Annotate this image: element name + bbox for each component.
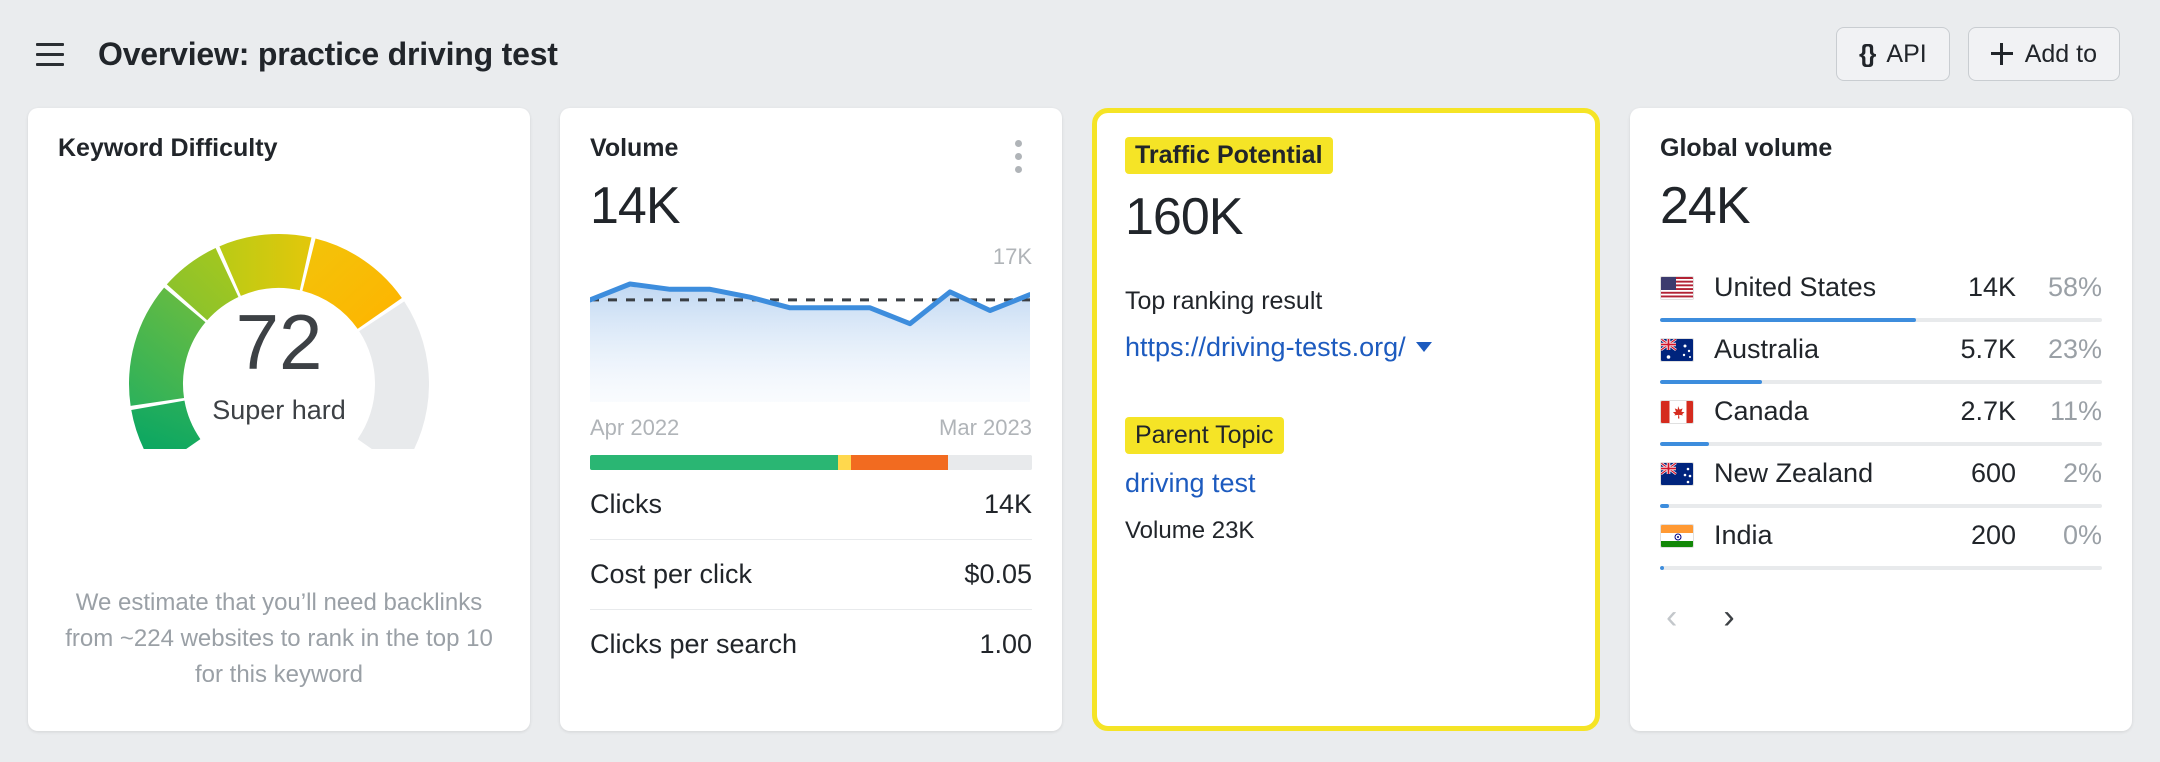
keyword-difficulty-note: We estimate that you’ll need backlinks f… — [65, 589, 493, 688]
volume-metric-label: Clicks — [590, 488, 662, 519]
volume-metric-label: Clicks per search — [590, 629, 798, 660]
volume-axis-labels: Apr 2022 Mar 2023 — [590, 415, 1032, 441]
kebab-dot — [1014, 165, 1022, 173]
country-row[interactable]: Australia 5.7K 23% — [1660, 322, 2102, 384]
country-line: New Zealand 600 2% — [1660, 448, 2102, 500]
country-volume: 5.7K — [1960, 334, 2016, 365]
global-volume-title: Global volume — [1660, 134, 1833, 162]
country-volume: 14K — [1967, 272, 2016, 303]
volume-metric-label: Cost per click — [590, 558, 753, 589]
volume-distribution-bar — [590, 454, 1032, 470]
add-to-button-label: Add to — [2024, 39, 2097, 68]
hamburger-bar — [36, 52, 64, 56]
volume-metric-value: 14K — [983, 488, 1032, 519]
volume-axis-end: Mar 2023 — [939, 414, 1032, 440]
keyword-difficulty-card: Keyword Difficulty 72 Super hard We esti… — [28, 108, 530, 731]
kebab-dot — [1014, 139, 1022, 147]
metrics-card-grid: Keyword Difficulty 72 Super hard We esti… — [0, 108, 2160, 731]
top-ranking-result-label: Top ranking result — [1125, 286, 1323, 315]
traffic-potential-card: Traffic Potential 160K Top ranking resul… — [1092, 108, 1600, 731]
add-to-button[interactable]: Add to — [1967, 27, 2120, 81]
country-share-fill — [1660, 565, 1664, 570]
volume-value: 14K — [590, 177, 681, 235]
next-page-icon[interactable]: › — [1723, 600, 1734, 634]
country-line: Canada 2.7K 11% — [1660, 386, 2102, 438]
country-share-bar — [1660, 565, 2102, 570]
country-percent: 23% — [2047, 334, 2102, 365]
country-pagination: ‹ › — [1660, 600, 2102, 634]
country-row[interactable]: Canada 2.7K 11% — [1660, 384, 2102, 446]
hamburger-icon[interactable] — [28, 32, 72, 76]
country-name: New Zealand — [1714, 458, 1874, 489]
plus-icon — [1990, 43, 2013, 65]
country-row[interactable]: India 200 0% — [1660, 508, 2102, 570]
traffic-potential-value: 160K — [1125, 188, 1243, 246]
keyword-difficulty-title: Keyword Difficulty — [58, 134, 278, 162]
volume-trend-svg — [587, 281, 1033, 402]
traffic-potential-tag: Traffic Potential — [1125, 137, 1333, 174]
global-volume-card: Global volume 24K United States 14K 58% Aus… — [1630, 108, 2132, 731]
distribution-segment-paid-clicks — [837, 454, 851, 470]
volume-metric-row: Cost per click $0.05 — [590, 540, 1032, 610]
flag-in-icon — [1660, 523, 1694, 548]
country-line: India 200 0% — [1660, 510, 2102, 562]
volume-metric-value: $0.05 — [964, 558, 1032, 589]
country-name: Australia — [1714, 334, 1820, 365]
flag-nz-icon — [1660, 461, 1694, 486]
country-percent: 58% — [2047, 272, 2102, 303]
flag-ca-icon — [1660, 399, 1694, 424]
parent-topic-section: Parent Topic driving test Volume 23K — [1125, 416, 1567, 545]
country-name: India — [1714, 520, 1773, 551]
country-name: Canada — [1714, 396, 1809, 427]
parent-topic-link[interactable]: driving test — [1125, 468, 1567, 499]
hamburger-bar — [36, 62, 64, 66]
country-row[interactable]: New Zealand 600 2% — [1660, 446, 2102, 508]
volume-chart-max-label: 17K — [992, 243, 1032, 269]
keyword-difficulty-gauge: 72 Super hard — [58, 199, 500, 449]
volume-title: Volume — [590, 134, 679, 162]
hamburger-bar — [36, 42, 64, 46]
distribution-segment-remaining — [948, 454, 1032, 470]
api-button[interactable]: {} API — [1835, 27, 1950, 81]
country-line: United States 14K 58% — [1660, 262, 2102, 314]
volume-metrics-list: Clicks 14K Cost per click $0.05 Clicks per s… — [590, 470, 1032, 680]
app-header: Overview: practice driving test {} API A… — [0, 0, 2160, 108]
kebab-menu-icon[interactable] — [1004, 138, 1032, 174]
volume-metric-row: Clicks per search 1.00 — [590, 610, 1032, 680]
parent-topic-tag: Parent Topic — [1125, 416, 1284, 454]
volume-axis-start: Apr 2022 — [590, 414, 680, 440]
distribution-segment-organic-clicks — [590, 454, 838, 470]
country-percent: 2% — [2062, 458, 2102, 489]
page-title: Overview: practice driving test — [98, 35, 558, 72]
volume-metric-row: Clicks 14K — [590, 470, 1032, 540]
parent-topic-volume: Volume 23K — [1125, 516, 1255, 544]
volume-metric-value: 1.00 — [979, 629, 1032, 660]
api-button-label: API — [1886, 39, 1927, 68]
top-ranking-result-link[interactable]: https://driving-tests.org/ — [1125, 332, 1567, 363]
flag-us-icon — [1660, 275, 1694, 300]
braces-icon: {} — [1858, 39, 1877, 68]
global-volume-value: 24K — [1660, 177, 1751, 235]
top-ranking-result-url: https://driving-tests.org/ — [1125, 331, 1406, 362]
kebab-dot — [1014, 152, 1022, 160]
country-name: United States — [1714, 272, 1877, 303]
distribution-segment-no-clicks — [850, 454, 948, 470]
country-line: Australia 5.7K 23% — [1660, 324, 2102, 376]
volume-trend-chart[interactable] — [587, 272, 1033, 407]
volume-card: Volume 14K 17K Apr 2022 Mar 2023 Clicks 1… — [560, 108, 1062, 731]
country-breakdown-list: United States 14K 58% Australia 5.7K 23% Canad… — [1660, 260, 2102, 570]
country-volume: 2.7K — [1960, 396, 2016, 427]
country-row[interactable]: United States 14K 58% — [1660, 260, 2102, 322]
chevron-down-icon — [1415, 342, 1432, 353]
country-percent: 0% — [2062, 520, 2102, 551]
country-volume: 600 — [1970, 458, 2016, 489]
keyword-difficulty-rating: Super hard — [212, 395, 346, 425]
flag-au-icon — [1660, 337, 1694, 362]
keyword-difficulty-score: 72 — [235, 298, 323, 386]
prev-page-icon[interactable]: ‹ — [1666, 600, 1677, 634]
header-actions: {} API Add to — [1835, 27, 2120, 81]
country-percent: 11% — [2049, 396, 2102, 427]
country-volume: 200 — [1970, 520, 2016, 551]
